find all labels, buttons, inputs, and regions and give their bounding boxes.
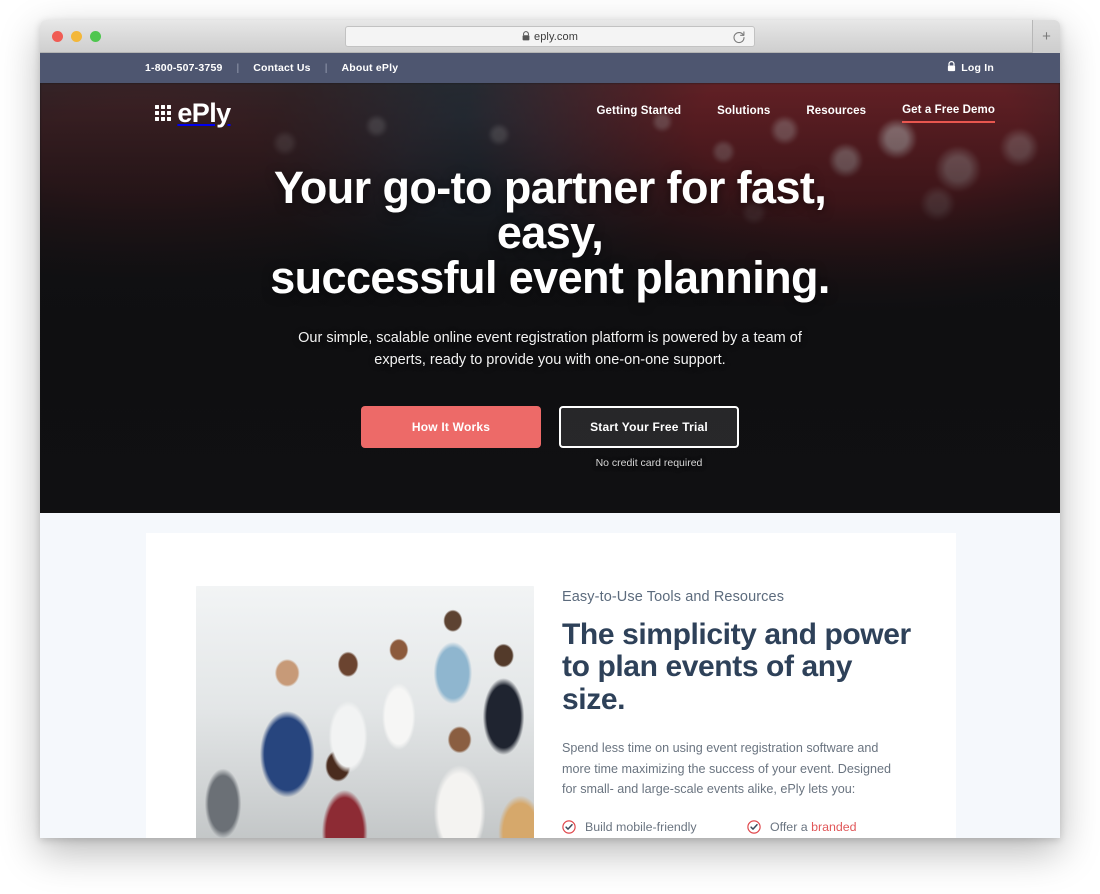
browser-chrome: eply.com +: [40, 20, 1060, 53]
log-in-link[interactable]: Log In: [961, 62, 994, 74]
hero-section: ePly Getting Started Solutions Resources…: [40, 83, 1060, 513]
separator: |: [236, 62, 240, 74]
hero-title: Your go-to partner for fast, easy, succe…: [240, 165, 860, 300]
logo-wordmark: ePly: [177, 97, 231, 128]
feature-card: Easy-to-Use Tools and Resources The simp…: [146, 533, 956, 838]
plus-icon: +: [1042, 28, 1051, 45]
feature-heading-line-1: The simplicity and power: [562, 618, 911, 651]
nav-item-solutions[interactable]: Solutions: [717, 105, 770, 122]
lock-icon: [522, 31, 530, 44]
list-item-label: Build mobile-friendly registration forms: [585, 820, 697, 835]
page-viewport: 1-800-507-3759 | Contact Us | About ePly…: [40, 53, 1060, 838]
nav-item-get-a-free-demo[interactable]: Get a Free Demo: [902, 104, 995, 123]
url-text: eply.com: [522, 30, 578, 43]
hero-title-line-1: Your go-to partner for fast, easy,: [273, 162, 827, 258]
feature-body-text: Spend less time on using event registrat…: [562, 741, 891, 796]
how-it-works-button[interactable]: How It Works: [361, 405, 541, 448]
hero-copy: Your go-to partner for fast, easy, succe…: [40, 143, 1060, 469]
list-item-label: Offer a branded conference app to attend…: [770, 819, 916, 838]
feature-text-column: Easy-to-Use Tools and Resources The simp…: [562, 586, 916, 838]
check-circle-icon: [562, 820, 576, 838]
phone-link[interactable]: 1-800-507-3759: [145, 62, 223, 74]
reload-icon[interactable]: [732, 30, 746, 44]
feature-heading: The simplicity and power to plan events …: [562, 618, 916, 716]
lock-icon: [947, 59, 956, 77]
hero-buttons: How It Works Start Your Free Trial No cr…: [40, 405, 1060, 469]
address-bar[interactable]: eply.com: [345, 26, 755, 47]
feature-heading-line-2: to plan events of any size.: [562, 650, 852, 716]
window-traffic-lights[interactable]: [52, 31, 101, 42]
contact-us-link[interactable]: Contact Us: [253, 62, 310, 74]
site-logo[interactable]: ePly: [155, 97, 231, 128]
free-trial-group: Start Your Free Trial No credit card req…: [559, 405, 739, 469]
separator: |: [324, 62, 328, 74]
list-item: Build mobile-friendly registration forms: [562, 819, 731, 838]
login-area[interactable]: Log In: [947, 59, 994, 77]
dot-grid-icon: [155, 104, 172, 122]
utility-bar-links: 1-800-507-3759 | Contact Us | About ePly: [145, 62, 398, 74]
new-tab-button[interactable]: +: [1032, 20, 1060, 53]
hero-title-line-2: successful event planning.: [270, 252, 830, 303]
start-free-trial-button[interactable]: Start Your Free Trial: [559, 405, 739, 448]
minimize-window-button[interactable]: [71, 31, 82, 42]
list-item-text-pre: Offer a: [770, 820, 812, 835]
utility-bar: 1-800-507-3759 | Contact Us | About ePly…: [40, 53, 1060, 83]
feature-benefit-list: Build mobile-friendly registration forms…: [562, 819, 916, 838]
nav-item-getting-started[interactable]: Getting Started: [597, 105, 682, 122]
networking-event-photo: [196, 586, 534, 838]
nav-links: Getting Started Solutions Resources Get …: [597, 104, 995, 123]
nav-item-resources[interactable]: Resources: [806, 105, 866, 122]
browser-window: eply.com + 1-800-507-3759 | Contact Us |…: [40, 20, 1060, 838]
check-circle-icon: [747, 820, 761, 838]
hero-subtitle: Our simple, scalable online event regist…: [298, 330, 802, 369]
list-item: Offer a branded conference app to attend…: [747, 819, 916, 838]
maximize-window-button[interactable]: [90, 31, 101, 42]
no-credit-card-note: No credit card required: [595, 456, 703, 469]
main-navigation: ePly Getting Started Solutions Resources…: [40, 83, 1060, 143]
about-eply-link[interactable]: About ePly: [341, 62, 398, 74]
feature-eyebrow: Easy-to-Use Tools and Resources: [562, 589, 785, 605]
close-window-button[interactable]: [52, 31, 63, 42]
url-host: eply.com: [534, 31, 578, 43]
